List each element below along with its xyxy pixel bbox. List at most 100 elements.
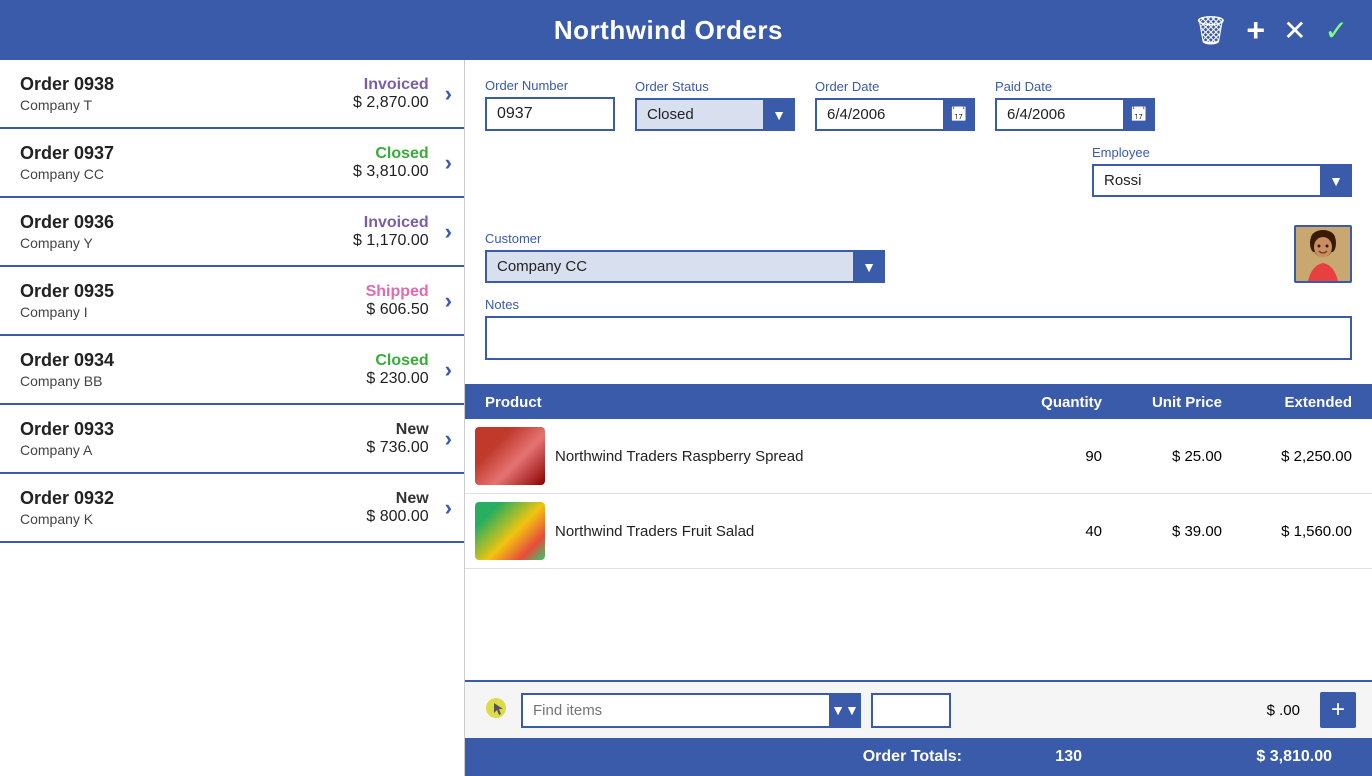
order-number: Order 0934 (20, 350, 329, 371)
paid-date-label: Paid Date (995, 79, 1155, 94)
add-icon[interactable]: + (1246, 12, 1265, 49)
order-company: Company CC (20, 166, 329, 182)
order-amount: $ 230.00 (329, 370, 429, 388)
cancel-icon[interactable]: ✕ (1283, 14, 1306, 47)
order-status-label: Order Status (635, 79, 795, 94)
order-status-select-wrapper: Closed New Invoiced Shipped (635, 98, 795, 131)
order-date-wrapper (815, 98, 975, 131)
customer-label: Customer (485, 231, 885, 246)
order-chevron-icon: › (445, 219, 452, 245)
order-list-item[interactable]: Order 0933 Company A New $ 736.00 › (0, 405, 464, 474)
order-list-item[interactable]: Order 0937 Company CC Closed $ 3,810.00 … (0, 129, 464, 198)
order-amount: $ 3,810.00 (329, 163, 429, 181)
order-number: Order 0932 (20, 488, 329, 509)
order-chevron-icon: › (445, 495, 452, 521)
employee-photo (1294, 225, 1352, 283)
order-amount: $ 736.00 (329, 439, 429, 457)
totals-qty: 130 (992, 748, 1102, 766)
order-status: Closed (339, 145, 429, 163)
order-status: Invoiced (339, 214, 429, 232)
order-company: Company I (20, 304, 329, 320)
order-number-input[interactable] (485, 97, 615, 131)
employee-select[interactable]: Rossi (1092, 164, 1352, 197)
order-company: Company BB (20, 373, 329, 389)
order-item-info: Order 0937 Company CC (20, 143, 329, 182)
notes-group: Notes (485, 297, 1352, 360)
form-row-2: Customer Company CC Employee Rossi (485, 145, 1352, 283)
order-list-item[interactable]: Order 0934 Company BB Closed $ 230.00 › (0, 336, 464, 405)
cursor-icon (481, 697, 511, 724)
notes-label: Notes (485, 297, 1352, 312)
find-price-display: $ .00 (1267, 702, 1300, 719)
find-items-input[interactable] (521, 693, 861, 728)
product-row: Northwind Traders Raspberry Spread 90 $ … (465, 419, 1372, 494)
order-amount: $ 2,870.00 (329, 94, 429, 112)
paid-date-calendar-icon[interactable] (1123, 98, 1155, 131)
order-item-info: Order 0932 Company K (20, 488, 329, 527)
products-table-header: Product Quantity Unit Price Extended (465, 386, 1372, 419)
order-list-item[interactable]: Order 0935 Company I Shipped $ 606.50 › (0, 267, 464, 336)
col-qty-header: Quantity (1012, 394, 1122, 411)
header-actions: 🗑 + ✕ ✓ (1193, 12, 1348, 49)
product-thumbnail (475, 427, 545, 485)
form-row-3: Notes (485, 297, 1352, 360)
order-list-item[interactable]: Order 0936 Company Y Invoiced $ 1,170.00… (0, 198, 464, 267)
product-unit-price: $ 39.00 (1122, 523, 1242, 540)
order-item-info: Order 0933 Company A (20, 419, 329, 458)
order-amount: $ 606.50 (329, 301, 429, 319)
find-qty-input[interactable] (871, 693, 951, 728)
order-item-info: Order 0935 Company I (20, 281, 329, 320)
order-chevron-icon: › (445, 81, 452, 107)
paid-date-wrapper (995, 98, 1155, 131)
order-chevron-icon: › (445, 288, 452, 314)
order-number-group: Order Number (485, 78, 615, 131)
order-status: Closed (339, 352, 429, 370)
product-name: Northwind Traders Raspberry Spread (555, 448, 1012, 465)
col-product-header: Product (465, 394, 1012, 411)
order-date-calendar-icon[interactable] (943, 98, 975, 131)
order-list-item[interactable]: Order 0938 Company T Invoiced $ 2,870.00… (0, 60, 464, 129)
confirm-icon[interactable]: ✓ (1325, 14, 1348, 47)
delete-icon[interactable]: 🗑 (1193, 14, 1229, 47)
product-extended: $ 1,560.00 (1242, 523, 1372, 540)
employee-select-wrapper: Rossi (1092, 164, 1352, 197)
find-add-button[interactable]: + (1320, 692, 1356, 728)
order-company: Company K (20, 511, 329, 527)
order-company: Company A (20, 442, 329, 458)
product-extended: $ 2,250.00 (1242, 448, 1372, 465)
customer-select[interactable]: Company CC (485, 250, 885, 283)
product-name: Northwind Traders Fruit Salad (555, 523, 1012, 540)
order-chevron-icon: › (445, 426, 452, 452)
order-detail: Order Number Order Status Closed New Inv… (465, 60, 1372, 776)
form-row-1: Order Number Order Status Closed New Inv… (485, 78, 1352, 131)
products-section: Product Quantity Unit Price Extended Nor… (465, 386, 1372, 776)
totals-extended: $ 3,810.00 (1222, 748, 1352, 766)
order-list: Order 0938 Company T Invoiced $ 2,870.00… (0, 60, 465, 776)
employee-label: Employee (1092, 145, 1352, 160)
products-table-body: Northwind Traders Raspberry Spread 90 $ … (465, 419, 1372, 680)
main-container: Order 0938 Company T Invoiced $ 2,870.00… (0, 60, 1372, 776)
order-company: Company T (20, 97, 329, 113)
order-number: Order 0936 (20, 212, 329, 233)
order-status: Invoiced (339, 76, 429, 94)
order-number: Order 0935 (20, 281, 329, 302)
customer-select-wrapper: Company CC (485, 250, 885, 283)
order-list-item[interactable]: Order 0932 Company K New $ 800.00 › (0, 474, 464, 543)
order-status-select[interactable]: Closed New Invoiced Shipped (635, 98, 795, 131)
employee-avatar-svg (1296, 227, 1350, 281)
find-input-wrapper: ▼ (521, 693, 861, 728)
app-header: Northwind Orders 🗑 + ✕ ✓ (0, 0, 1372, 60)
order-number: Order 0937 (20, 143, 329, 164)
notes-input[interactable] (485, 316, 1352, 360)
totals-label: Order Totals: (485, 748, 992, 766)
paid-date-group: Paid Date (995, 79, 1155, 131)
product-qty: 90 (1012, 448, 1122, 465)
order-date-label: Order Date (815, 79, 975, 94)
order-status: New (339, 421, 429, 439)
product-row: Northwind Traders Fruit Salad 40 $ 39.00… (465, 494, 1372, 569)
detail-form: Order Number Order Status Closed New Inv… (465, 60, 1372, 386)
order-number: Order 0933 (20, 419, 329, 440)
order-number-label: Order Number (485, 78, 615, 93)
customer-group: Customer Company CC (485, 231, 885, 283)
order-item-info: Order 0938 Company T (20, 74, 329, 113)
